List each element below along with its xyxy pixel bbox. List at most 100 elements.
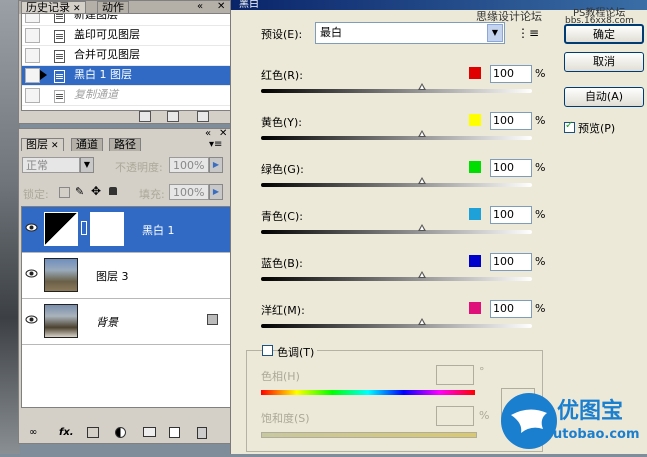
history-item[interactable]: 盖印可见图层: [22, 26, 230, 46]
history-item[interactable]: 新建图层: [22, 14, 230, 26]
layer-row-bw[interactable]: 黑白 1: [22, 207, 230, 253]
slider-track[interactable]: [261, 89, 532, 93]
history-list: 新建图层 盖印可见图层 合并可见图层 黑白 1 图层 复制通道: [21, 13, 231, 111]
cancel-button[interactable]: 取消: [564, 52, 644, 72]
slider-value-input[interactable]: 100: [490, 206, 532, 224]
preview-label: 预览(P): [578, 122, 616, 135]
history-item[interactable]: 合并可见图层: [22, 46, 230, 66]
blend-mode-dropdown-icon[interactable]: ▼: [80, 157, 94, 173]
slider-thumb-icon[interactable]: [418, 318, 426, 325]
chain-link-icon[interactable]: [81, 221, 87, 235]
ok-button[interactable]: 确定: [564, 24, 644, 44]
tab-channels[interactable]: 通道: [71, 138, 103, 151]
slider-track[interactable]: [261, 183, 532, 187]
hue-slider[interactable]: [261, 390, 475, 395]
slider-track[interactable]: [261, 277, 532, 281]
opacity-label: 不透明度:: [115, 161, 163, 174]
layer-row-background[interactable]: 背景: [22, 299, 230, 345]
history-footer: [19, 111, 231, 123]
saturation-input[interactable]: [436, 406, 474, 426]
mask-thumbnail[interactable]: [90, 212, 124, 246]
snapshot-source-checkbox[interactable]: [25, 88, 40, 103]
new-layer-icon[interactable]: [169, 427, 180, 438]
slider-thumb-icon[interactable]: [418, 177, 426, 184]
slider-track[interactable]: [261, 136, 532, 140]
layer-thumbnail[interactable]: [44, 304, 78, 338]
new-document-icon[interactable]: [139, 111, 151, 122]
close-icon[interactable]: ✕: [51, 141, 59, 151]
history-state-icon: [54, 90, 65, 103]
snapshot-icon[interactable]: [167, 111, 179, 122]
tab-paths[interactable]: 路径: [109, 138, 141, 151]
preview-checkbox[interactable]: [564, 120, 575, 133]
slider-value-input[interactable]: 100: [490, 159, 532, 177]
ok-button-label: 确定: [593, 28, 615, 41]
adjustment-thumbnail[interactable]: [44, 212, 78, 246]
tab-layers[interactable]: 图层 ✕: [21, 138, 64, 151]
percent-sign: %: [535, 114, 546, 127]
opacity-input[interactable]: 100%: [169, 157, 209, 173]
layers-panel: « ✕ 图层 ✕ 通道 路径 ▾≡ 正常 ▼ 不透明度: 100% ▶ 锁定: ✎…: [18, 128, 232, 444]
folder-icon[interactable]: [143, 427, 156, 437]
tab-channels-label: 通道: [76, 138, 98, 151]
hue-input[interactable]: [436, 365, 474, 385]
slider-label: 洋红(M):: [261, 304, 305, 317]
chevron-down-icon[interactable]: ▼: [487, 24, 503, 42]
slider-thumb-icon[interactable]: [418, 130, 426, 137]
visibility-eye-icon[interactable]: [25, 221, 38, 234]
auto-button[interactable]: 自动(A): [564, 87, 644, 107]
color-swatch: [469, 161, 481, 173]
layer-name[interactable]: 黑白 1: [142, 222, 175, 238]
dialog-title: 黑白: [239, 0, 259, 10]
tint-checkbox[interactable]: [262, 345, 273, 356]
link-icon[interactable]: ∞: [29, 427, 37, 438]
snapshot-source-checkbox[interactable]: [25, 48, 40, 63]
history-item-label: 黑白 1 图层: [74, 68, 132, 81]
slider-track[interactable]: [261, 230, 532, 234]
collapse-icon[interactable]: «: [197, 1, 203, 13]
lock-transparency-icon[interactable]: [59, 187, 70, 198]
snapshot-source-checkbox[interactable]: [25, 14, 40, 23]
saturation-label: 饱和度(S): [261, 412, 310, 425]
mask-icon[interactable]: [87, 427, 99, 438]
saturation-slider[interactable]: [261, 432, 477, 438]
slider-value-input[interactable]: 100: [490, 65, 532, 83]
color-swatch: [469, 255, 481, 267]
trash-icon[interactable]: [197, 427, 207, 439]
panel-menu-icon[interactable]: ▾≡: [209, 139, 222, 151]
history-item[interactable]: 复制通道: [22, 86, 230, 106]
lock-all-icon[interactable]: [109, 187, 117, 195]
adjustment-icon[interactable]: [115, 427, 126, 438]
opacity-slider-icon[interactable]: ▶: [209, 157, 223, 173]
layer-name[interactable]: 图层 3: [96, 268, 129, 284]
slider-value-input[interactable]: 100: [490, 300, 532, 318]
lock-position-icon[interactable]: ✥: [91, 184, 101, 198]
slider-value: 100: [493, 208, 514, 221]
slider-value-input[interactable]: 100: [490, 112, 532, 130]
blend-mode-value: 正常: [26, 159, 48, 172]
blend-mode-select[interactable]: 正常: [22, 157, 80, 173]
preset-options-icon[interactable]: ⋮≡: [517, 26, 539, 40]
layer-name[interactable]: 背景: [96, 314, 118, 330]
visibility-eye-icon[interactable]: [25, 267, 38, 280]
lock-label: 锁定:: [23, 188, 49, 201]
snapshot-source-checkbox[interactable]: [25, 28, 40, 43]
panel-close-icon[interactable]: ✕: [217, 1, 225, 13]
trash-icon[interactable]: [197, 111, 209, 122]
slider-thumb-icon[interactable]: [418, 271, 426, 278]
fill-input[interactable]: 100%: [169, 184, 209, 200]
history-item-selected[interactable]: 黑白 1 图层: [22, 66, 230, 86]
visibility-eye-icon[interactable]: [25, 313, 38, 326]
slider-thumb-icon[interactable]: [418, 83, 426, 90]
fill-slider-icon[interactable]: ▶: [209, 184, 223, 200]
slider-thumb-icon[interactable]: [418, 224, 426, 231]
layer-row-layer3[interactable]: 图层 3: [22, 253, 230, 299]
fx-icon[interactable]: fx.: [59, 427, 74, 438]
lock-pixels-icon[interactable]: ✎: [75, 185, 84, 198]
slider-value-input[interactable]: 100: [490, 253, 532, 271]
history-state-icon: [54, 50, 65, 63]
snapshot-source-checkbox[interactable]: [25, 68, 40, 83]
preset-select[interactable]: 最白 ▼: [315, 22, 505, 44]
slider-track[interactable]: [261, 324, 532, 328]
layer-thumbnail[interactable]: [44, 258, 78, 292]
